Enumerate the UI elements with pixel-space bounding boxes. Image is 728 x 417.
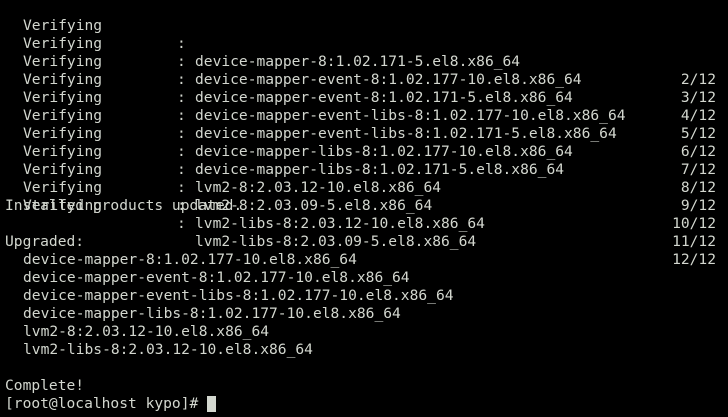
verify-row: Verifying : lvm2-libs-8:2.03.12-10.el8.x… — [5, 161, 728, 250]
verify-row: Verifying : device-mapper-event-libs-8:1… — [5, 71, 728, 160]
upgraded-package: device-mapper-8:1.02.177-10.el8.x86_64 — [23, 251, 357, 268]
upgraded-package: lvm2-8:2.03.12-10.el8.x86_64 — [23, 323, 270, 340]
verify-row: Verifying : device-mapper-event-8:1.02.1… — [5, 17, 728, 106]
verify-row: Verifying : device-mapper-8:1.02.171-5.e… — [5, 0, 728, 88]
verify-row: Verifying : device-mapper-libs-8:1.02.17… — [5, 89, 728, 178]
installed-message: Installed products updated. — [5, 197, 243, 214]
upgraded-package: device-mapper-event-libs-8:1.02.177-10.e… — [23, 287, 454, 304]
verify-row: Verifying : lvm2-8:2.03.09-5.el8.x86_64 … — [5, 143, 728, 232]
text-cursor[interactable] — [207, 396, 217, 412]
terminal-window[interactable]: Verifying : device-mapper-8:1.02.171-5.e… — [0, 0, 728, 417]
verify-row: Verifying : device-mapper-libs-8:1.02.17… — [5, 107, 728, 196]
upgraded-header: Upgraded: — [5, 233, 85, 250]
complete-message: Complete! — [5, 377, 85, 394]
verify-row: Verifying : device-mapper-event-libs-8:1… — [5, 53, 728, 142]
verify-row: Verifying : device-mapper-event-8:1.02.1… — [5, 35, 728, 124]
shell-prompt: [root@localhost kypo]# — [5, 395, 199, 412]
verify-row: Verifying : lvm2-8:2.03.12-10.el8.x86_64… — [5, 125, 728, 214]
command-prompt-line[interactable]: [root@localhost kypo]# — [5, 395, 728, 413]
terminal-output: Verifying : device-mapper-8:1.02.171-5.e… — [5, 0, 728, 413]
upgraded-package: lvm2-libs-8:2.03.12-10.el8.x86_64 — [23, 341, 313, 358]
verify-row: Verifying : lvm2-libs-8:2.03.09-5.el8.x8… — [5, 179, 728, 268]
upgraded-package: device-mapper-libs-8:1.02.177-10.el8.x86… — [23, 305, 401, 322]
upgraded-package: device-mapper-event-8:1.02.177-10.el8.x8… — [23, 269, 410, 286]
